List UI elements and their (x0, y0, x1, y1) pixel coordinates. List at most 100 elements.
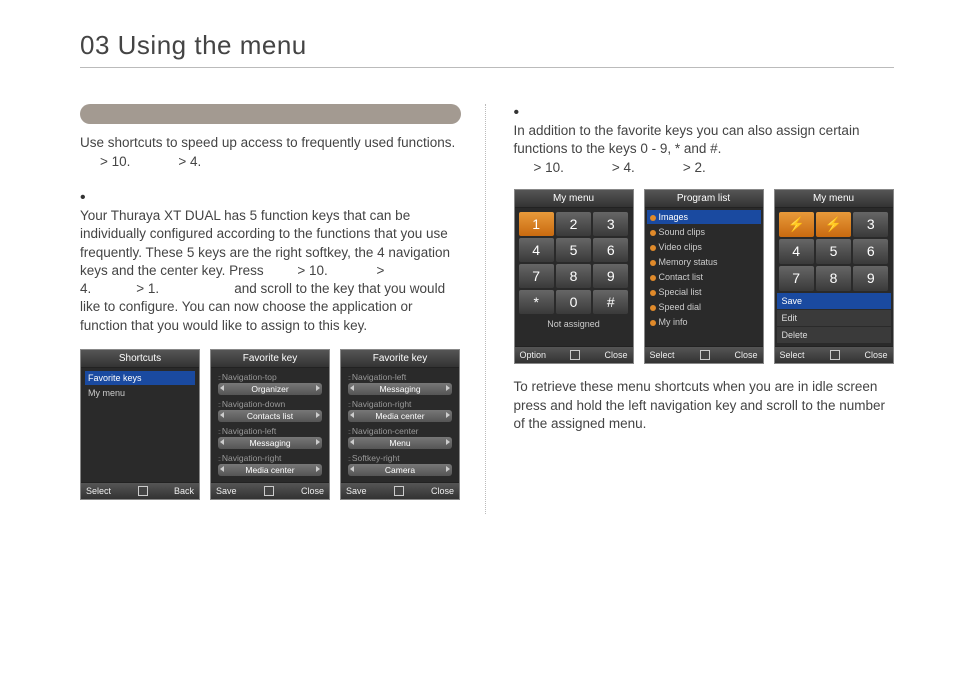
row-label: Navigation-right (345, 398, 455, 409)
phone-title: Program list (645, 190, 763, 208)
key-hash: # (593, 290, 628, 314)
para1c: > (377, 263, 385, 278)
row-value: Camera (348, 464, 452, 476)
list-item: Speed dial (647, 300, 761, 314)
row-value: Media center (348, 410, 452, 422)
right-column: • In addition to the favorite keys you c… (514, 104, 895, 514)
softkey-right: Close (604, 350, 627, 360)
softkey-left: Select (650, 350, 675, 360)
left-path-2: > 4. (178, 154, 201, 169)
phone-footer: Save Close (211, 482, 329, 499)
row-label: Navigation-left (215, 425, 325, 436)
center-key-icon (830, 350, 840, 360)
phone-body: ⚡ ⚡ 3 4 5 6 7 8 9 Save Edit (775, 208, 893, 346)
para1b: > 10. (297, 263, 327, 278)
para1f: and scroll to the key that you would lik… (80, 281, 445, 332)
softkey-left: Select (86, 486, 111, 496)
list-item: Video clips (647, 240, 761, 254)
key-4: 4 (519, 238, 554, 262)
phone-title: Favorite key (341, 350, 459, 368)
key-star: * (519, 290, 554, 314)
phone-shortcuts: Shortcuts Favorite keys My menu Select B… (80, 349, 200, 500)
right-path-3: > 2. (683, 160, 706, 175)
phone-my-menu-keypad: My menu 1 2 3 4 5 6 7 8 9 * (514, 189, 634, 364)
right-intro: In addition to the favorite keys you can… (514, 122, 895, 158)
keypad: 1 2 3 4 5 6 7 8 9 * 0 # (517, 210, 631, 316)
phone-footer: Select Close (775, 346, 893, 363)
key-thunder-1: ⚡ (779, 212, 814, 237)
key-0: 0 (556, 290, 591, 314)
phone-title: My menu (775, 190, 893, 208)
page: 03 Using the menu Use shortcuts to speed… (0, 0, 954, 678)
phone-title: My menu (515, 190, 633, 208)
row-value: Organizer (218, 383, 322, 395)
key-3: 3 (593, 212, 628, 236)
para1e: > 1. (136, 281, 159, 296)
list-item: My info (647, 315, 761, 329)
right-outro: To retrieve these menu shortcuts when yo… (514, 378, 895, 433)
key-3: 3 (853, 212, 888, 237)
center-key-icon (264, 486, 274, 496)
phone-footer: Save Close (341, 482, 459, 499)
left-path-1: > 10. (100, 154, 130, 169)
chapter-title: 03 Using the menu (80, 30, 894, 61)
row-label: Navigation-down (215, 398, 325, 409)
phone-body: 1 2 3 4 5 6 7 8 9 * 0 # (515, 208, 633, 346)
softkey-left: Option (520, 350, 547, 360)
right-screens: My menu 1 2 3 4 5 6 7 8 9 * (514, 189, 895, 364)
key-9: 9 (853, 266, 888, 291)
softkey-left: Select (780, 350, 805, 360)
key-9: 9 (593, 264, 628, 288)
row-label: Navigation-top (215, 371, 325, 382)
softkey-left: Save (216, 486, 237, 496)
left-path: > 10. > 4. (100, 154, 461, 169)
para1a: Your Thuraya XT DUAL has 5 function keys… (80, 208, 450, 278)
softkey-right: Close (431, 486, 454, 496)
left-screens: Shortcuts Favorite keys My menu Select B… (80, 349, 461, 500)
phone-my-menu-context: My menu ⚡ ⚡ 3 4 5 6 7 8 9 (774, 189, 894, 364)
not-assigned-label: Not assigned (517, 319, 631, 329)
right-path: > 10.> 4.> 2. (534, 160, 895, 175)
columns: Use shortcuts to speed up access to freq… (80, 104, 894, 514)
context-menu: Save Edit Delete (777, 293, 891, 344)
softkey-right: Back (174, 486, 194, 496)
list-item: Images (647, 210, 761, 224)
right-path-1: > 10. (534, 160, 564, 175)
section-pill (80, 104, 461, 124)
center-key-icon (700, 350, 710, 360)
key-4: 4 (779, 239, 814, 264)
phone-body: Favorite keys My menu (81, 368, 199, 482)
key-5: 5 (556, 238, 591, 262)
list-item: Contact list (647, 270, 761, 284)
left-column: Use shortcuts to speed up access to freq… (80, 104, 486, 514)
ctx-save: Save (777, 293, 891, 310)
phone-title: Shortcuts (81, 350, 199, 368)
softkey-right: Close (301, 486, 324, 496)
center-key-icon (394, 486, 404, 496)
phone-favorite-key-1: Favorite key Navigation-top Organizer Na… (210, 349, 330, 500)
row-value: Menu (348, 437, 452, 449)
key-7: 7 (519, 264, 554, 288)
key-5: 5 (816, 239, 851, 264)
center-key-icon (570, 350, 580, 360)
row-value: Messaging (348, 383, 452, 395)
phone-favorite-key-2: Favorite key Navigation-left Messaging N… (340, 349, 460, 500)
phone-body: Navigation-top Organizer Navigation-down… (211, 368, 329, 482)
list-item: Favorite keys (85, 371, 195, 385)
key-2: 2 (556, 212, 591, 236)
row-value: Messaging (218, 437, 322, 449)
list-item: Special list (647, 285, 761, 299)
key-7: 7 (779, 266, 814, 291)
row-value: Media center (218, 464, 322, 476)
para1d: 4. (80, 281, 91, 296)
phone-body: Navigation-left Messaging Navigation-rig… (341, 368, 459, 482)
phone-title: Favorite key (211, 350, 329, 368)
row-label: Softkey-right (345, 452, 455, 463)
center-key-icon (138, 486, 148, 496)
key-8: 8 (556, 264, 591, 288)
bullet-1: • (80, 189, 461, 207)
row-value: Contacts list (218, 410, 322, 422)
phone-footer: Option Close (515, 346, 633, 363)
key-6: 6 (593, 238, 628, 262)
phone-program-list: Program list Images Sound clips Video cl… (644, 189, 764, 364)
